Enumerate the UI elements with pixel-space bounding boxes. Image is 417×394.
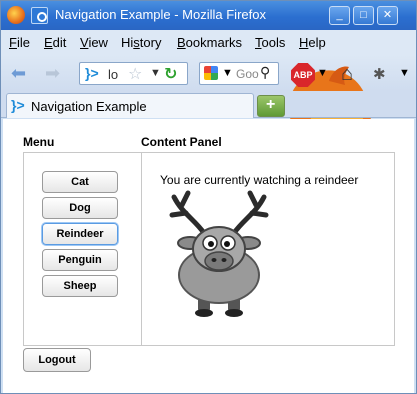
menu-bookmarks[interactable]: Bookmarks [177,35,242,50]
adblock-plus-icon[interactable]: ABP [291,63,315,87]
reindeer-image [169,190,269,317]
url-bar[interactable]: }> lo ☆ ▼ ↻ [79,62,188,85]
firebug-dropdown-icon[interactable]: ▼ [399,67,410,79]
close-button[interactable]: ✕ [377,6,398,25]
url-text[interactable]: lo [108,67,118,82]
tab-favicon-icon: }> [11,97,25,113]
bookmark-star-icon[interactable]: ☆ [128,64,142,84]
panel-divider [141,153,142,345]
menu-view[interactable]: View [80,35,108,50]
new-tab-button[interactable] [257,95,285,117]
firefox-icon[interactable] [7,6,25,24]
content-message: You are currently watching a reindeer [160,173,359,187]
forward-arrow-icon[interactable]: ➡ [45,64,67,82]
window-title: Navigation Example - Mozilla Firefox [55,7,266,22]
adblock-dropdown-icon[interactable]: ▼ [317,67,328,79]
firebug-icon[interactable]: ✱ [373,65,386,83]
title-bar: Navigation Example - Mozilla Firefox _ □… [1,1,416,30]
binoculars-icon[interactable]: ⚲ [260,64,270,81]
panels-container: Cat Dog Reindeer Penguin Sheep You are c… [23,152,395,346]
reload-icon[interactable]: ↻ [164,64,177,84]
maximize-button[interactable]: □ [353,6,374,25]
menu-edit[interactable]: Edit [44,35,66,50]
dog-button[interactable]: Dog [42,197,118,219]
menu-help[interactable]: Help [299,35,326,50]
tab-navigation-example[interactable]: }> Navigation Example [6,93,254,118]
menu-tools[interactable]: Tools [255,35,285,50]
logout-button[interactable]: Logout [23,348,91,372]
menu-header: Menu [23,135,55,149]
search-engine-dropdown-icon[interactable]: ▼ [222,67,233,79]
google-search-engine-icon[interactable] [204,66,218,80]
search-input[interactable]: Goo [236,67,259,81]
tab-bar: }> Navigation Example [1,91,416,118]
reindeer-button[interactable]: Reindeer [42,223,118,245]
content-header: Content Panel [141,135,222,149]
sheep-button[interactable]: Sheep [42,275,118,297]
search-bar[interactable]: ▼ Goo ⚲ [199,62,279,85]
tab-label: Navigation Example [31,99,147,114]
window-menu-icon[interactable] [31,7,48,24]
menu-history[interactable]: History [121,35,161,50]
page-content: Menu Content Panel Cat Dog Reindeer Peng… [3,119,414,393]
url-dropdown-icon[interactable]: ▼ [150,67,161,79]
back-arrow-icon[interactable]: ⬅ [11,64,33,82]
site-favicon-icon: }> [85,65,99,81]
cat-button[interactable]: Cat [42,171,118,193]
minimize-button[interactable]: _ [329,6,350,25]
home-icon[interactable]: ⌂ [341,63,353,86]
browser-window: Navigation Example - Mozilla Firefox _ □… [0,0,417,394]
menu-bar: File Edit View History Bookmarks Tools H… [1,30,416,55]
penguin-button[interactable]: Penguin [42,249,118,271]
menu-file[interactable]: File [9,35,30,50]
